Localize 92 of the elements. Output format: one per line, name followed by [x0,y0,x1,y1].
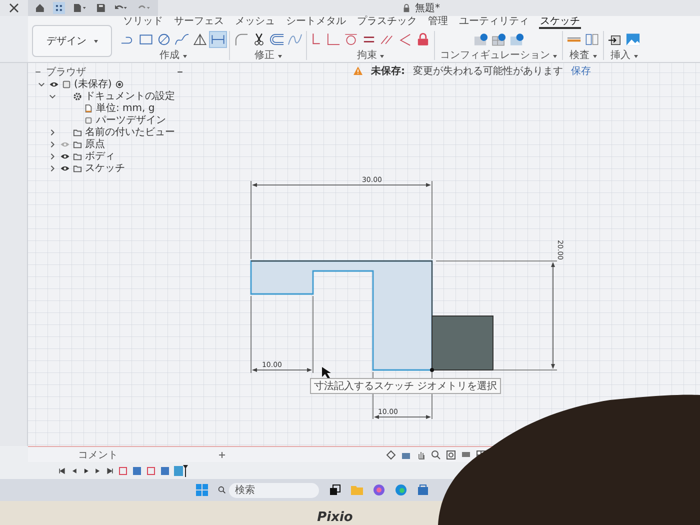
rectangle-icon[interactable] [138,32,154,47]
save-icon[interactable] [94,2,106,14]
orbit-icon[interactable] [386,450,396,460]
document-icon [84,104,93,112]
dimension-line[interactable] [252,183,431,187]
monitor-logo: Pixio [317,510,353,525]
store-icon[interactable] [417,484,429,496]
spline-icon[interactable] [174,32,190,47]
ribbon-tab[interactable]: シートメタル [285,16,347,29]
group-menu[interactable]: 挿入 [608,50,640,62]
window-title: 無題* [415,2,440,15]
lock-icon[interactable] [415,32,431,47]
tree-item[interactable]: 名前の付いたビュー [85,125,175,139]
warning-icon [353,66,363,76]
tree-item[interactable]: ドキュメントの設定 [85,89,175,103]
play-icon[interactable] [82,466,90,474]
coincident-icon[interactable] [310,32,323,47]
ribbon-tab[interactable]: ソリッド [122,16,164,29]
ribbon-tab[interactable]: メッシュ [234,16,276,29]
tree-item[interactable]: 単位: mm, g [96,101,155,115]
timeline-marker-icon[interactable] [174,464,188,476]
task-view-icon[interactable] [329,484,341,496]
dimension-line[interactable] [374,415,431,419]
last-icon[interactable] [106,466,114,474]
search-icon [218,486,226,494]
curve-icon[interactable] [287,32,303,47]
triangle-icon[interactable] [192,32,208,47]
expand-caret-icon[interactable] [48,140,56,148]
eye-icon[interactable] [49,80,59,88]
angle-icon[interactable] [397,32,413,47]
interference-icon[interactable] [584,32,600,47]
plus-icon[interactable] [218,450,226,458]
dimension-line[interactable] [252,368,312,372]
display-icon[interactable] [461,450,471,460]
workspace-dropdown[interactable]: デザイン [32,25,112,57]
comments-label: コメント [78,448,118,462]
lock-icon [402,4,411,12]
tree-item[interactable]: 原点 [85,137,105,151]
offset-icon[interactable] [269,32,285,47]
notice-label: 未保存: [371,64,405,78]
sketch-profile[interactable] [250,260,433,371]
ribbon-tab[interactable]: ユーティリティ [458,16,530,29]
expand-caret-icon[interactable] [48,164,56,172]
tree-item[interactable]: ボディ [85,149,115,163]
expand-caret-icon[interactable] [48,128,56,136]
tree-item[interactable]: パーツデザイン [96,113,166,127]
group-menu[interactable]: 修正 [252,50,284,62]
fit-icon[interactable] [446,450,456,460]
start-icon[interactable] [196,484,208,496]
browser-icon[interactable] [395,484,407,496]
ribbon-tab[interactable]: 管理 [427,16,449,29]
panel-title: ブラウザ [46,66,86,78]
ribbon-tab[interactable]: サーフェス [173,16,225,29]
tangent-icon[interactable] [343,32,359,47]
dimension-line[interactable] [551,262,555,369]
tree-item[interactable]: (未保存) [74,77,112,91]
configuration-icon[interactable] [472,32,488,47]
ribbon-tab[interactable]: プラスチック [356,16,418,29]
radio-icon[interactable] [114,80,124,88]
first-icon[interactable] [58,466,66,474]
tree-item[interactable]: スケッチ [85,161,125,175]
group-menu[interactable]: コンフィギュレーション [438,50,559,62]
search-field[interactable]: 検索 [229,482,319,498]
app-icon[interactable] [373,484,385,496]
part-icon [84,116,93,124]
save-link[interactable]: 保存 [571,64,591,78]
expand-caret-icon[interactable] [38,80,44,88]
group-menu[interactable]: 拘束 [355,50,386,62]
file-icon[interactable] [72,2,88,14]
expand-caret-icon[interactable] [48,152,56,160]
notice-message: 変更が失われる可能性があります [413,64,563,78]
previous-icon[interactable] [70,466,78,474]
sketch-point[interactable] [430,368,434,372]
table-icon[interactable] [490,32,506,47]
circle-icon[interactable] [156,32,172,47]
tooltip: 寸法記入するスケッチ ジオメトリを選択 [310,378,502,394]
ribbon-tab[interactable]: スケッチ [539,16,581,29]
home-icon[interactable] [34,2,46,14]
eye-icon[interactable] [60,164,70,172]
group-menu[interactable]: 作成 [158,50,188,62]
perpendicular-icon[interactable] [325,32,341,47]
group-menu[interactable]: 検査 [568,50,598,62]
cursor-icon [322,367,331,379]
gear-icon [73,92,82,100]
expand-caret-icon[interactable] [48,92,56,100]
zoom-icon[interactable] [431,450,441,460]
dimension-icon[interactable] [210,32,226,47]
eye-icon[interactable] [60,152,70,160]
close-icon[interactable] [9,3,19,13]
next-icon[interactable] [94,466,102,474]
configuration-icon[interactable] [508,32,524,47]
hand-icon[interactable] [416,450,426,460]
